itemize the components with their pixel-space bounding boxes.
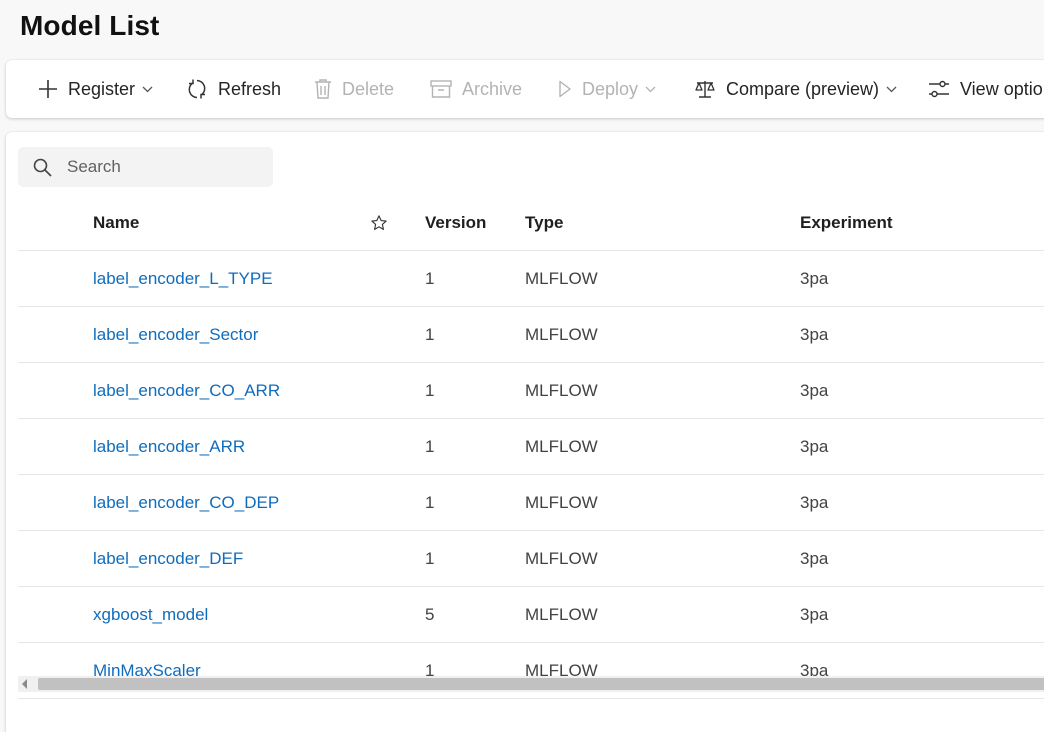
model-version: 1 xyxy=(425,324,435,344)
model-version: 1 xyxy=(425,548,435,568)
scrollbar-thumb[interactable] xyxy=(38,678,1044,690)
table-row[interactable]: label_encoder_CO_ARR 1 MLFLOW 3pa xyxy=(18,363,1044,419)
search-box[interactable] xyxy=(18,147,273,187)
model-experiment: 3pa xyxy=(800,324,829,344)
refresh-label: Refresh xyxy=(218,78,282,99)
model-type: MLFLOW xyxy=(525,548,598,568)
column-header-type[interactable]: Type xyxy=(525,196,563,250)
table-row[interactable]: xgboost_model 5 MLFLOW 3pa xyxy=(18,587,1044,643)
table-body: label_encoder_L_TYPE 1 MLFLOW 3pa label_enco… xyxy=(18,251,1044,699)
chevron-down-icon xyxy=(886,85,897,93)
toolbar: Register Refresh Delete Archive Deploy C… xyxy=(6,60,1044,118)
column-header-name[interactable]: Name xyxy=(93,196,139,250)
model-name-link[interactable]: label_encoder_ARR xyxy=(93,437,245,457)
page-title: Model List xyxy=(20,10,160,41)
model-experiment: 3pa xyxy=(800,268,829,288)
search-input[interactable] xyxy=(67,157,247,177)
model-table: Name Version Type Experiment label_encod… xyxy=(18,196,1044,699)
model-experiment: 3pa xyxy=(800,380,829,400)
register-button[interactable]: Register xyxy=(38,60,153,118)
delete-button[interactable]: Delete xyxy=(314,60,394,118)
trash-icon xyxy=(314,78,332,100)
refresh-icon xyxy=(186,78,208,100)
scroll-left-arrow-icon[interactable] xyxy=(22,679,27,689)
archive-icon xyxy=(430,79,452,99)
model-name-link[interactable]: label_encoder_CO_ARR xyxy=(93,381,280,401)
model-experiment: 3pa xyxy=(800,436,829,456)
table-row[interactable]: label_encoder_CO_DEP 1 MLFLOW 3pa xyxy=(18,475,1044,531)
table-header: Name Version Type Experiment xyxy=(18,196,1044,251)
model-version: 1 xyxy=(425,268,435,288)
plus-icon xyxy=(38,79,58,99)
column-header-version[interactable]: Version xyxy=(425,196,486,250)
archive-label: Archive xyxy=(462,78,523,99)
model-type: MLFLOW xyxy=(525,604,598,624)
horizontal-scrollbar[interactable] xyxy=(18,676,1044,692)
model-name-link[interactable]: label_encoder_Sector xyxy=(93,325,258,345)
model-type: MLFLOW xyxy=(525,380,598,400)
model-version: 1 xyxy=(425,492,435,512)
favorite-column-star-icon[interactable] xyxy=(370,196,388,250)
model-name-link[interactable]: xgboost_model xyxy=(93,605,208,625)
compare-button[interactable]: Compare (preview) xyxy=(694,60,897,118)
model-type: MLFLOW xyxy=(525,268,598,288)
delete-label: Delete xyxy=(342,78,395,99)
chevron-down-icon xyxy=(645,85,656,93)
model-version: 1 xyxy=(425,380,435,400)
view-options-label: View optio xyxy=(960,78,1043,99)
scales-icon xyxy=(694,79,716,99)
model-experiment: 3pa xyxy=(800,548,829,568)
register-label: Register xyxy=(68,78,136,99)
model-experiment: 3pa xyxy=(800,492,829,512)
table-row[interactable]: label_encoder_DEF 1 MLFLOW 3pa xyxy=(18,531,1044,587)
search-icon xyxy=(33,158,52,177)
model-list-panel: Name Version Type Experiment label_encod… xyxy=(6,132,1044,732)
sliders-icon xyxy=(928,79,950,99)
model-type: MLFLOW xyxy=(525,324,598,344)
archive-button[interactable]: Archive xyxy=(430,60,522,118)
view-options-button[interactable]: View optio xyxy=(928,60,1043,118)
chevron-down-icon xyxy=(142,85,153,93)
play-icon xyxy=(558,80,572,98)
table-row[interactable]: label_encoder_L_TYPE 1 MLFLOW 3pa xyxy=(18,251,1044,307)
table-row[interactable]: label_encoder_Sector 1 MLFLOW 3pa xyxy=(18,307,1044,363)
model-name-link[interactable]: label_encoder_CO_DEP xyxy=(93,493,279,513)
model-experiment: 3pa xyxy=(800,604,829,624)
model-type: MLFLOW xyxy=(525,436,598,456)
column-header-experiment[interactable]: Experiment xyxy=(800,196,893,250)
deploy-button[interactable]: Deploy xyxy=(558,60,656,118)
deploy-label: Deploy xyxy=(582,78,639,99)
refresh-button[interactable]: Refresh xyxy=(186,60,281,118)
model-version: 5 xyxy=(425,604,435,624)
compare-label: Compare (preview) xyxy=(726,78,880,99)
model-name-link[interactable]: label_encoder_L_TYPE xyxy=(93,269,273,289)
table-row[interactable]: label_encoder_ARR 1 MLFLOW 3pa xyxy=(18,419,1044,475)
model-type: MLFLOW xyxy=(525,492,598,512)
model-version: 1 xyxy=(425,436,435,456)
model-name-link[interactable]: label_encoder_DEF xyxy=(93,549,243,569)
